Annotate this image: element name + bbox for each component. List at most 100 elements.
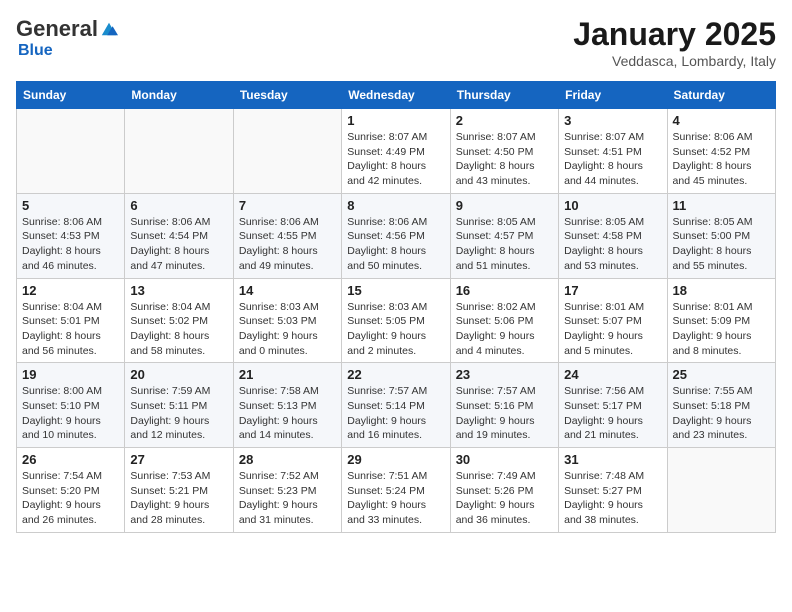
weekday-row: SundayMondayTuesdayWednesdayThursdayFrid… [17, 82, 776, 109]
day-info: Sunrise: 8:04 AM Sunset: 5:01 PM Dayligh… [22, 300, 119, 359]
day-number: 8 [347, 198, 444, 213]
day-info: Sunrise: 8:02 AM Sunset: 5:06 PM Dayligh… [456, 300, 553, 359]
weekday-header: Monday [125, 82, 233, 109]
weekday-header: Tuesday [233, 82, 341, 109]
day-number: 9 [456, 198, 553, 213]
calendar-cell: 14 Sunrise: 8:03 AM Sunset: 5:03 PM Dayli… [233, 278, 341, 363]
day-info: Sunrise: 7:51 AM Sunset: 5:24 PM Dayligh… [347, 469, 444, 528]
calendar-cell: 18Sunrise: 8:01 AM Sunset: 5:09 PM Dayli… [667, 278, 775, 363]
calendar-cell: 6 Sunrise: 8:06 AM Sunset: 4:54 PM Daylig… [125, 193, 233, 278]
weekday-header: Sunday [17, 82, 125, 109]
logo-blue-text: Blue [18, 42, 53, 59]
calendar-week-row: 12 Sunrise: 8:04 AM Sunset: 5:01 PM Dayli… [17, 278, 776, 363]
page-header: General Blue January 2025 Veddasca, Lomb… [16, 16, 776, 69]
weekday-header: Wednesday [342, 82, 450, 109]
day-info: Sunrise: 8:06 AM Sunset: 4:54 PM Dayligh… [130, 215, 227, 274]
calendar-cell: 7 Sunrise: 8:06 AM Sunset: 4:55 PM Daylig… [233, 193, 341, 278]
calendar-cell: 11 Sunrise: 8:05 AM Sunset: 5:00 PM Dayli… [667, 193, 775, 278]
day-number: 31 [564, 452, 661, 467]
day-number: 20 [130, 367, 227, 382]
title-block: January 2025 Veddasca, Lombardy, Italy [573, 16, 776, 69]
calendar-week-row: 5Sunrise: 8:06 AM Sunset: 4:53 PM Daylig… [17, 193, 776, 278]
day-info: Sunrise: 8:06 AM Sunset: 4:53 PM Dayligh… [22, 215, 119, 274]
calendar-cell: 21Sunrise: 7:58 AM Sunset: 5:13 PM Dayli… [233, 363, 341, 448]
weekday-header: Thursday [450, 82, 558, 109]
calendar-cell: 24 Sunrise: 7:56 AM Sunset: 5:17 PM Dayli… [559, 363, 667, 448]
day-number: 7 [239, 198, 336, 213]
day-info: Sunrise: 7:59 AM Sunset: 5:11 PM Dayligh… [130, 384, 227, 443]
day-number: 11 [673, 198, 770, 213]
day-number: 16 [456, 283, 553, 298]
day-number: 19 [22, 367, 119, 382]
calendar-cell: 13Sunrise: 8:04 AM Sunset: 5:02 PM Dayli… [125, 278, 233, 363]
calendar-cell: 25 Sunrise: 7:55 AM Sunset: 5:18 PM Dayli… [667, 363, 775, 448]
day-number: 1 [347, 113, 444, 128]
day-info: Sunrise: 7:48 AM Sunset: 5:27 PM Dayligh… [564, 469, 661, 528]
calendar-cell [667, 448, 775, 533]
calendar-cell: 19 Sunrise: 8:00 AM Sunset: 5:10 PM Dayli… [17, 363, 125, 448]
day-number: 14 [239, 283, 336, 298]
calendar-cell: 3 Sunrise: 8:07 AM Sunset: 4:51 PM Daylig… [559, 109, 667, 194]
month-title: January 2025 [573, 16, 776, 53]
day-number: 30 [456, 452, 553, 467]
day-info: Sunrise: 8:06 AM Sunset: 4:55 PM Dayligh… [239, 215, 336, 274]
calendar-cell: 1 Sunrise: 8:07 AM Sunset: 4:49 PM Daylig… [342, 109, 450, 194]
day-info: Sunrise: 7:53 AM Sunset: 5:21 PM Dayligh… [130, 469, 227, 528]
calendar-cell: 8 Sunrise: 8:06 AM Sunset: 4:56 PM Daylig… [342, 193, 450, 278]
day-info: Sunrise: 8:01 AM Sunset: 5:09 PM Dayligh… [673, 300, 770, 359]
day-info: Sunrise: 7:57 AM Sunset: 5:16 PM Dayligh… [456, 384, 553, 443]
day-info: Sunrise: 8:01 AM Sunset: 5:07 PM Dayligh… [564, 300, 661, 359]
day-info: Sunrise: 7:58 AM Sunset: 5:13 PM Dayligh… [239, 384, 336, 443]
calendar-cell [233, 109, 341, 194]
day-info: Sunrise: 8:06 AM Sunset: 4:56 PM Dayligh… [347, 215, 444, 274]
day-number: 27 [130, 452, 227, 467]
day-number: 29 [347, 452, 444, 467]
logo-general-text: General [16, 16, 98, 42]
day-number: 17 [564, 283, 661, 298]
day-info: Sunrise: 7:55 AM Sunset: 5:18 PM Dayligh… [673, 384, 770, 443]
day-number: 25 [673, 367, 770, 382]
calendar-cell: 20 Sunrise: 7:59 AM Sunset: 5:11 PM Dayli… [125, 363, 233, 448]
day-info: Sunrise: 8:07 AM Sunset: 4:49 PM Dayligh… [347, 130, 444, 189]
day-number: 6 [130, 198, 227, 213]
calendar-cell: 23Sunrise: 7:57 AM Sunset: 5:16 PM Dayli… [450, 363, 558, 448]
calendar-cell: 15 Sunrise: 8:03 AM Sunset: 5:05 PM Dayli… [342, 278, 450, 363]
weekday-header: Saturday [667, 82, 775, 109]
calendar-cell: 29 Sunrise: 7:51 AM Sunset: 5:24 PM Dayli… [342, 448, 450, 533]
day-info: Sunrise: 8:03 AM Sunset: 5:03 PM Dayligh… [239, 300, 336, 359]
calendar-cell [17, 109, 125, 194]
day-info: Sunrise: 8:03 AM Sunset: 5:05 PM Dayligh… [347, 300, 444, 359]
day-number: 4 [673, 113, 770, 128]
day-info: Sunrise: 8:05 AM Sunset: 5:00 PM Dayligh… [673, 215, 770, 274]
calendar-week-row: 19 Sunrise: 8:00 AM Sunset: 5:10 PM Dayli… [17, 363, 776, 448]
calendar-cell: 9 Sunrise: 8:05 AM Sunset: 4:57 PM Daylig… [450, 193, 558, 278]
day-info: Sunrise: 8:06 AM Sunset: 4:52 PM Dayligh… [673, 130, 770, 189]
calendar-table: SundayMondayTuesdayWednesdayThursdayFrid… [16, 81, 776, 533]
calendar-cell: 31 Sunrise: 7:48 AM Sunset: 5:27 PM Dayli… [559, 448, 667, 533]
day-number: 15 [347, 283, 444, 298]
calendar-cell: 10Sunrise: 8:05 AM Sunset: 4:58 PM Dayli… [559, 193, 667, 278]
day-info: Sunrise: 7:54 AM Sunset: 5:20 PM Dayligh… [22, 469, 119, 528]
calendar-cell: 30Sunrise: 7:49 AM Sunset: 5:26 PM Dayli… [450, 448, 558, 533]
day-number: 3 [564, 113, 661, 128]
day-info: Sunrise: 8:00 AM Sunset: 5:10 PM Dayligh… [22, 384, 119, 443]
day-info: Sunrise: 7:56 AM Sunset: 5:17 PM Dayligh… [564, 384, 661, 443]
day-info: Sunrise: 8:07 AM Sunset: 4:51 PM Dayligh… [564, 130, 661, 189]
day-number: 12 [22, 283, 119, 298]
calendar-cell: 27 Sunrise: 7:53 AM Sunset: 5:21 PM Dayli… [125, 448, 233, 533]
day-number: 24 [564, 367, 661, 382]
calendar-cell: 12 Sunrise: 8:04 AM Sunset: 5:01 PM Dayli… [17, 278, 125, 363]
calendar-week-row: 26Sunrise: 7:54 AM Sunset: 5:20 PM Dayli… [17, 448, 776, 533]
day-info: Sunrise: 8:05 AM Sunset: 4:57 PM Dayligh… [456, 215, 553, 274]
day-number: 28 [239, 452, 336, 467]
calendar-cell: 28Sunrise: 7:52 AM Sunset: 5:23 PM Dayli… [233, 448, 341, 533]
day-info: Sunrise: 8:04 AM Sunset: 5:02 PM Dayligh… [130, 300, 227, 359]
day-number: 2 [456, 113, 553, 128]
calendar-cell: 17 Sunrise: 8:01 AM Sunset: 5:07 PM Dayli… [559, 278, 667, 363]
calendar-cell: 4 Sunrise: 8:06 AM Sunset: 4:52 PM Daylig… [667, 109, 775, 194]
calendar-cell: 5Sunrise: 8:06 AM Sunset: 4:53 PM Daylig… [17, 193, 125, 278]
calendar-cell [125, 109, 233, 194]
day-number: 10 [564, 198, 661, 213]
calendar-cell: 2Sunrise: 8:07 AM Sunset: 4:50 PM Daylig… [450, 109, 558, 194]
calendar-week-row: 1 Sunrise: 8:07 AM Sunset: 4:49 PM Daylig… [17, 109, 776, 194]
